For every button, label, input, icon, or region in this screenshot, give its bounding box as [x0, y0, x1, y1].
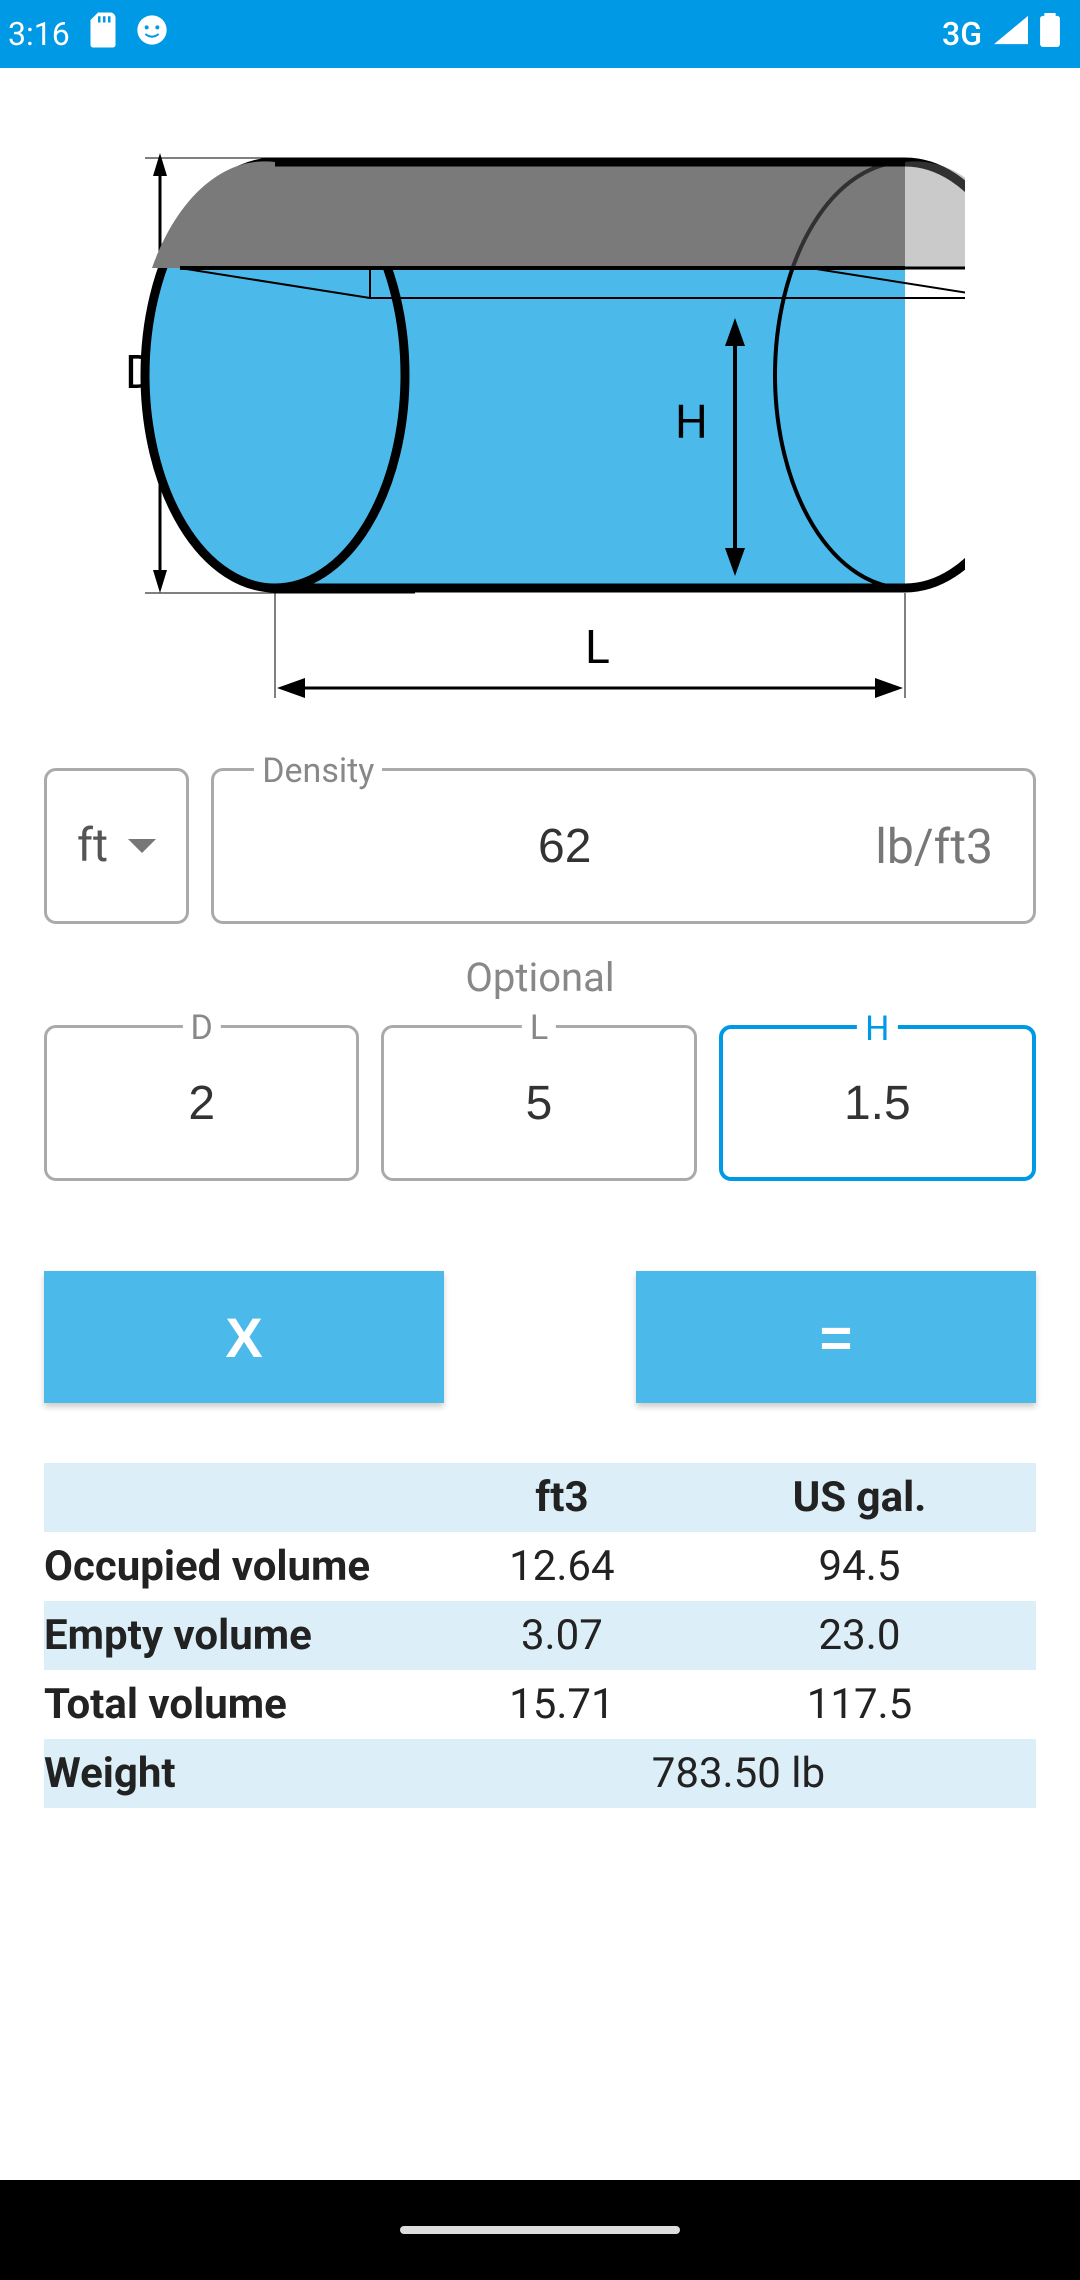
- clear-button[interactable]: X: [44, 1271, 444, 1403]
- total-gal: 117.5: [683, 1670, 1036, 1739]
- col-ft3: ft3: [441, 1463, 683, 1532]
- row-occupied: Occupied volume 12.64 94.5: [44, 1532, 1036, 1601]
- row-total: Total volume 15.71 117.5: [44, 1670, 1036, 1739]
- face-icon: [136, 14, 168, 54]
- weight-value: 783.50 lb: [441, 1739, 1036, 1808]
- dim-h-input[interactable]: [743, 1076, 1012, 1131]
- unit-select[interactable]: ft: [44, 768, 189, 924]
- status-time: 3:16: [8, 15, 70, 53]
- optional-label: Optional: [44, 954, 1036, 1001]
- dim-l-field[interactable]: L: [381, 1025, 696, 1181]
- density-field[interactable]: Density lb/ft3: [211, 768, 1036, 924]
- battery-icon: [1040, 13, 1060, 55]
- equals-button[interactable]: =: [636, 1271, 1036, 1403]
- dim-h-field[interactable]: H: [719, 1025, 1036, 1181]
- density-label: Density: [254, 751, 382, 791]
- signal-icon: [994, 15, 1028, 53]
- row-empty: Empty volume 3.07 23.0: [44, 1601, 1036, 1670]
- row-weight: Weight 783.50 lb: [44, 1739, 1036, 1808]
- dim-d-input[interactable]: [67, 1076, 336, 1131]
- density-input[interactable]: [254, 819, 875, 874]
- empty-ft3: 3.07: [441, 1601, 683, 1670]
- dim-l-input[interactable]: [404, 1076, 673, 1131]
- dim-d-field[interactable]: D: [44, 1025, 359, 1181]
- diagram-h-label: H: [675, 396, 708, 450]
- total-ft3: 15.71: [441, 1670, 683, 1739]
- home-handle[interactable]: [400, 2226, 680, 2234]
- weight-label: Weight: [44, 1739, 441, 1808]
- status-left: 3:16: [8, 12, 168, 56]
- occupied-label: Occupied volume: [44, 1532, 441, 1601]
- empty-label: Empty volume: [44, 1601, 441, 1670]
- status-right: 3G: [942, 13, 1060, 55]
- network-label: 3G: [942, 15, 982, 53]
- sd-card-icon: [88, 12, 118, 56]
- action-buttons-row: X =: [44, 1271, 1036, 1403]
- status-bar: 3:16 3G: [0, 0, 1080, 68]
- density-unit: lb/ft3: [875, 818, 993, 875]
- occupied-gal: 94.5: [683, 1532, 1036, 1601]
- dim-h-label: H: [857, 1009, 897, 1049]
- diagram-l-label: L: [585, 621, 610, 675]
- dim-d-label: D: [183, 1008, 221, 1048]
- chevron-down-icon: [128, 839, 156, 853]
- main-content: D H: [0, 68, 1080, 2180]
- col-gal: US gal.: [683, 1463, 1036, 1532]
- empty-gal: 23.0: [683, 1601, 1036, 1670]
- tank-diagram: D H: [44, 118, 1036, 718]
- top-inputs-row: ft Density lb/ft3: [44, 768, 1036, 924]
- results-table: ft3 US gal. Occupied volume 12.64 94.5 E…: [44, 1463, 1036, 1808]
- navigation-bar: [0, 2180, 1080, 2280]
- total-label: Total volume: [44, 1670, 441, 1739]
- dimensions-row: D L H: [44, 1025, 1036, 1181]
- dim-l-label: L: [522, 1008, 556, 1048]
- unit-value: ft: [77, 819, 108, 873]
- occupied-ft3: 12.64: [441, 1532, 683, 1601]
